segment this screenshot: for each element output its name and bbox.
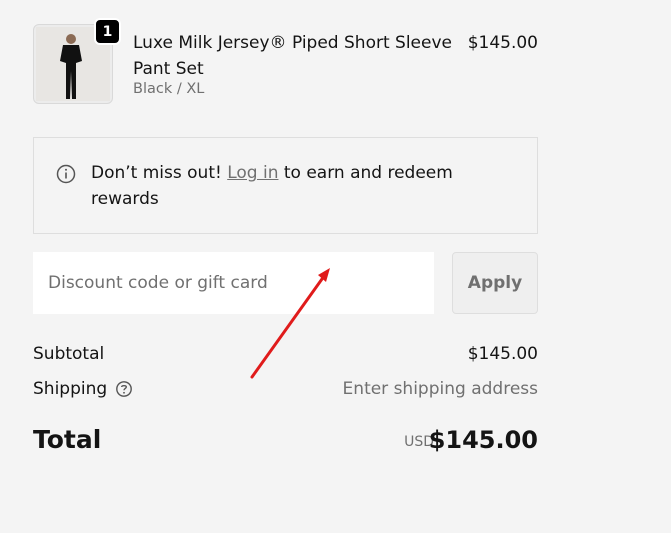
product-price: $145.00	[467, 33, 538, 53]
total-value: $145.00	[428, 426, 538, 454]
notice-prefix: Don’t miss out!	[91, 163, 222, 183]
subtotal-label: Subtotal	[33, 344, 105, 364]
product-variant: Black / XL	[133, 81, 205, 97]
product-title: Luxe Milk Jersey® Piped Short Sleeve Pan…	[133, 33, 452, 79]
rewards-notice: Don’t miss out! Log in to earn and redee…	[33, 137, 538, 234]
shipping-label: Shipping	[33, 379, 108, 399]
help-icon[interactable]	[115, 380, 133, 398]
notice-text: Don’t miss out! Log in to earn and redee…	[91, 160, 511, 212]
subtotal-value: $145.00	[467, 344, 538, 364]
quantity-badge: 1	[94, 18, 121, 45]
shipping-value: Enter shipping address	[342, 379, 538, 399]
total-label: Total	[33, 425, 102, 454]
login-link[interactable]: Log in	[227, 163, 278, 183]
apply-button[interactable]: Apply	[452, 252, 538, 314]
info-icon	[56, 164, 76, 184]
line-item: 1 Luxe Milk Jersey® Piped Short Sleeve P…	[33, 18, 538, 108]
discount-code-input[interactable]	[33, 252, 434, 314]
